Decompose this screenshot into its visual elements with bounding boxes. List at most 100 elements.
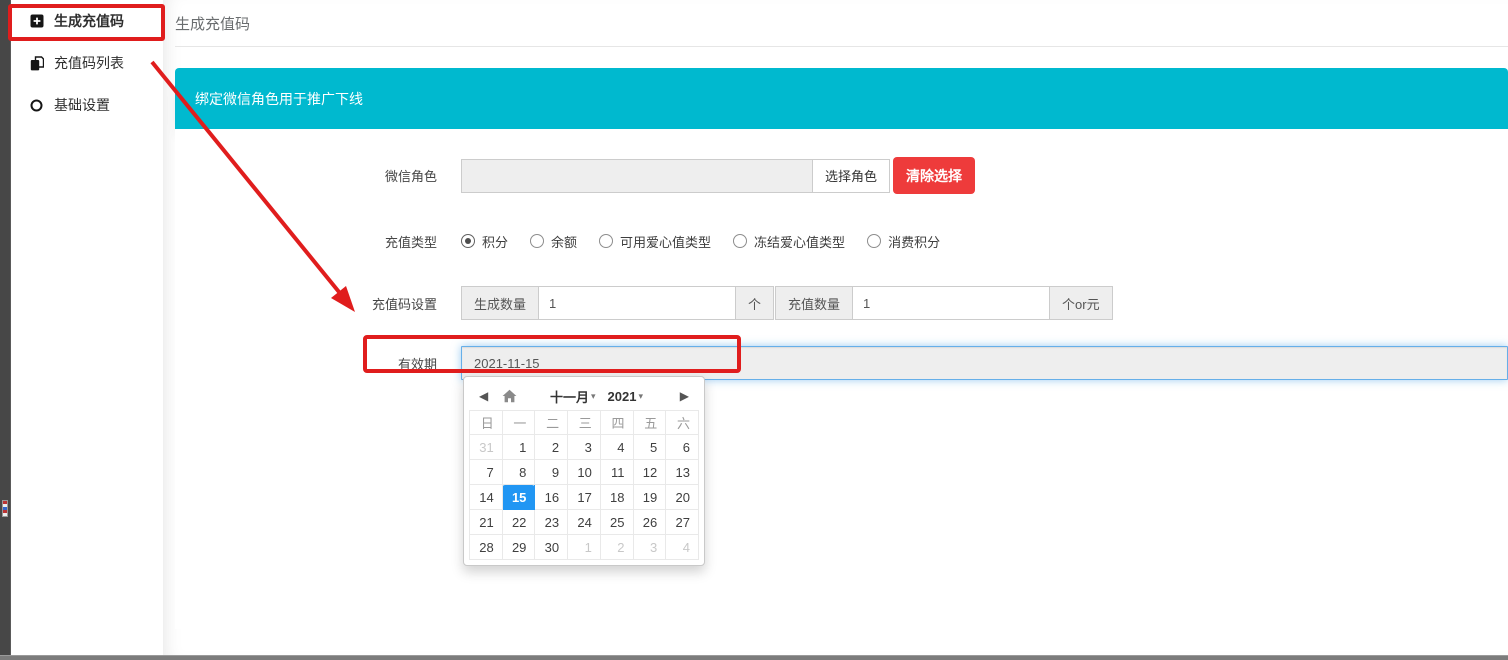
calendar-day-header: 五 <box>633 411 666 435</box>
calendar-week: 21222324252627 <box>470 510 699 535</box>
sidebar: 生成充值码 充值码列表 基础设置 <box>11 0 163 655</box>
calendar-day[interactable]: 3 <box>568 435 601 460</box>
calendar-day[interactable]: 30 <box>535 535 568 560</box>
generate-count-addon: 生成数量 <box>461 286 539 320</box>
radio-icon[interactable] <box>461 234 475 248</box>
calendar-day-header: 日 <box>470 411 503 435</box>
calendar-day[interactable]: 1 <box>502 435 535 460</box>
calendar-week: 14151617181920 <box>470 485 699 510</box>
calendar-day[interactable]: 18 <box>600 485 633 510</box>
header-divider <box>175 46 1508 47</box>
page-header: 生成充值码 <box>163 0 1508 47</box>
calendar-day[interactable]: 23 <box>535 510 568 535</box>
select-role-button[interactable]: 选择角色 <box>812 159 890 193</box>
window-bottom-bar <box>0 655 1508 660</box>
recharge-type-row: 充值类型 积分余额可用爱心值类型冻结爱心值类型消费积分 <box>175 224 1508 258</box>
edge-badge-icon <box>2 500 8 517</box>
calendar-day-header: 二 <box>535 411 568 435</box>
calendar-day-header: 四 <box>600 411 633 435</box>
circle-icon <box>29 99 44 112</box>
month-label: 十一月 <box>550 387 589 406</box>
calendar-day-headers: 日一二三四五六 <box>470 411 699 435</box>
calendar-day[interactable]: 19 <box>633 485 666 510</box>
calendar-day[interactable]: 2 <box>600 535 633 560</box>
wechat-role-input[interactable] <box>461 159 812 193</box>
wechat-role-label: 微信角色 <box>175 166 437 185</box>
panel-heading: 绑定微信角色用于推广下线 <box>175 68 1508 129</box>
generate-count-input[interactable] <box>539 286 736 320</box>
calendar-day[interactable]: 14 <box>470 485 503 510</box>
year-label: 2021 <box>608 389 637 404</box>
radio-label: 余额 <box>551 232 577 251</box>
radio-option[interactable]: 消费积分 <box>867 232 940 251</box>
calendar-day[interactable]: 3 <box>633 535 666 560</box>
sidebar-item-code-list[interactable]: 充值码列表 <box>11 42 163 84</box>
caret-down-icon: ▾ <box>638 391 643 402</box>
calendar-day[interactable]: 13 <box>666 460 699 485</box>
calendar-day[interactable]: 28 <box>470 535 503 560</box>
sidebar-item-basic-settings[interactable]: 基础设置 <box>11 84 163 126</box>
prev-month-icon[interactable]: ◀ <box>475 389 492 403</box>
radio-option[interactable]: 冻结爱心值类型 <box>733 232 845 251</box>
code-settings-label: 充值码设置 <box>175 294 437 313</box>
recharge-amount-unit: 个or元 <box>1050 286 1113 320</box>
calendar-day[interactable]: 10 <box>568 460 601 485</box>
radio-label: 消费积分 <box>888 232 940 251</box>
validity-date-input[interactable] <box>461 346 1508 380</box>
calendar-day[interactable]: 31 <box>470 435 503 460</box>
clear-selection-button[interactable]: 清除选择 <box>893 157 975 194</box>
radio-icon[interactable] <box>867 234 881 248</box>
plus-square-icon <box>29 14 44 28</box>
calendar-day[interactable]: 26 <box>633 510 666 535</box>
radio-option[interactable]: 余额 <box>530 232 577 251</box>
calendar-day[interactable]: 29 <box>502 535 535 560</box>
calendar-day-header: 三 <box>568 411 601 435</box>
calendar-day[interactable]: 16 <box>535 485 568 510</box>
calendar-day[interactable]: 6 <box>666 435 699 460</box>
sidebar-item-label: 充值码列表 <box>54 53 124 73</box>
calendar-day[interactable]: 27 <box>666 510 699 535</box>
radio-label: 积分 <box>482 232 508 251</box>
calendar-day[interactable]: 17 <box>568 485 601 510</box>
calendar-week: 31123456 <box>470 435 699 460</box>
radio-label: 可用爱心值类型 <box>620 232 711 251</box>
calendar-day[interactable]: 8 <box>502 460 535 485</box>
copy-icon <box>29 56 44 71</box>
radio-icon[interactable] <box>599 234 613 248</box>
calendar-day[interactable]: 7 <box>470 460 503 485</box>
calendar-day[interactable]: 5 <box>633 435 666 460</box>
year-select[interactable]: 2021▾ <box>608 389 643 404</box>
calendar-day[interactable]: 11 <box>600 460 633 485</box>
month-select[interactable]: 十一月▾ <box>550 387 596 406</box>
calendar-day[interactable]: 4 <box>600 435 633 460</box>
main-content: 生成充值码 绑定微信角色用于推广下线 微信角色 选择角色 清除选择 充值类型 积… <box>163 0 1508 655</box>
calendar-day-header: 一 <box>502 411 535 435</box>
calendar-day[interactable]: 1 <box>568 535 601 560</box>
calendar-day[interactable]: 4 <box>666 535 699 560</box>
calendar-day[interactable]: 9 <box>535 460 568 485</box>
recharge-amount-group: 充值数量 个or元 <box>775 286 1062 320</box>
radio-icon[interactable] <box>530 234 544 248</box>
calendar-week: 78910111213 <box>470 460 699 485</box>
radio-icon[interactable] <box>733 234 747 248</box>
app-window: 生成充值码 充值码列表 基础设置 生成充值码 绑定微信角色用于推广下线 微信角色 <box>0 0 1508 660</box>
calendar-day[interactable]: 21 <box>470 510 503 535</box>
recharge-amount-input[interactable] <box>853 286 1050 320</box>
radio-option[interactable]: 可用爱心值类型 <box>599 232 711 251</box>
calendar-day[interactable]: 12 <box>633 460 666 485</box>
calendar-day[interactable]: 22 <box>502 510 535 535</box>
recharge-amount-addon: 充值数量 <box>775 286 853 320</box>
validity-label: 有效期 <box>175 354 437 373</box>
radio-option[interactable]: 积分 <box>461 232 508 251</box>
code-settings-row: 充值码设置 生成数量 个 充值数量 个or元 <box>175 286 1508 320</box>
calendar-day[interactable]: 24 <box>568 510 601 535</box>
calendar-day-header: 六 <box>666 411 699 435</box>
calendar-day[interactable]: 2 <box>535 435 568 460</box>
calendar-day[interactable]: 15 <box>502 485 535 510</box>
calendar-day[interactable]: 20 <box>666 485 699 510</box>
home-icon[interactable] <box>502 389 517 403</box>
sidebar-item-generate-code[interactable]: 生成充值码 <box>11 0 163 42</box>
calendar-body: 3112345678910111213141516171819202122232… <box>470 435 699 560</box>
next-month-icon[interactable]: ▶ <box>676 389 693 403</box>
calendar-day[interactable]: 25 <box>600 510 633 535</box>
